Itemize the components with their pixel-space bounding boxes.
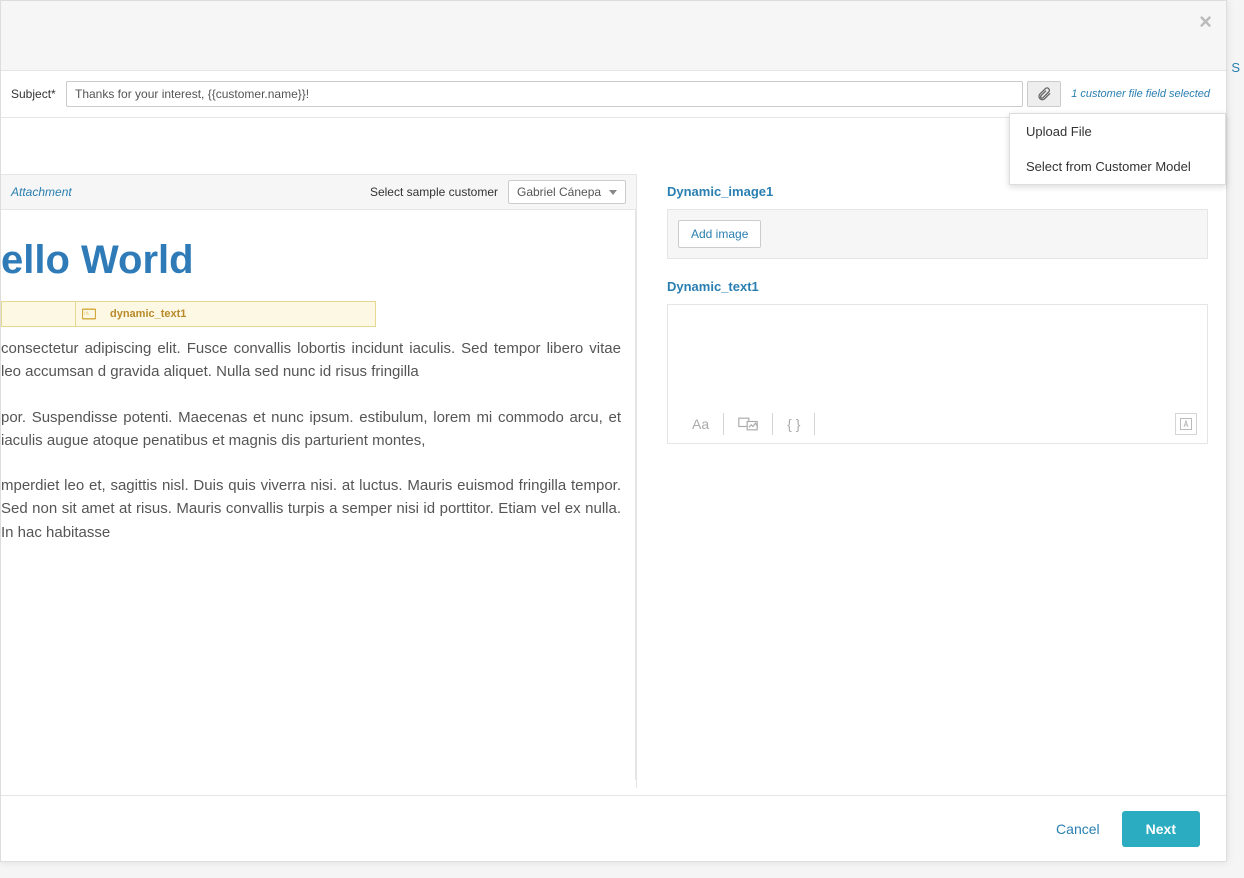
dynamic-content-pane: Dynamic_image1 Add image Dynamic_text1 A… bbox=[637, 118, 1226, 788]
placeholder-icon-cell bbox=[76, 302, 102, 326]
image-icon bbox=[738, 417, 758, 431]
preview-paragraph-1: consectetur adipiscing elit. Fusce conva… bbox=[1, 337, 635, 384]
subject-row: Subject* 1 customer file field selected bbox=[1, 71, 1226, 118]
dynamic-text-label: Dynamic_text1 bbox=[667, 279, 1208, 294]
next-button[interactable]: Next bbox=[1122, 811, 1200, 847]
dynamic-text-editor[interactable]: Aa { } bbox=[667, 304, 1208, 444]
sample-customer-select[interactable]: Gabriel Cánepa bbox=[508, 180, 626, 204]
text-aa-icon: Aa bbox=[692, 416, 709, 432]
variable-tool[interactable]: { } bbox=[773, 413, 815, 435]
text-block-icon bbox=[82, 308, 96, 320]
attachment-button[interactable] bbox=[1027, 81, 1061, 107]
sample-customer-value: Gabriel Cánepa bbox=[517, 185, 601, 199]
content-area: Attachment Select sample customer Gabrie… bbox=[1, 118, 1226, 788]
sample-customer-row: Select sample customer Gabriel Cánepa bbox=[370, 180, 626, 204]
preview-paragraph-2: por. Suspendisse potenti. Maecenas et nu… bbox=[1, 406, 635, 453]
paperclip-icon bbox=[1036, 86, 1052, 102]
preview-body: ello World dynamic_text1 consectetur adi… bbox=[1, 210, 636, 780]
braces-icon: { } bbox=[787, 416, 800, 432]
dynamic-image-box: Add image bbox=[667, 209, 1208, 259]
attachment-link[interactable]: Attachment bbox=[11, 185, 72, 199]
sample-customer-label: Select sample customer bbox=[370, 185, 498, 199]
format-icon bbox=[1180, 418, 1192, 430]
modal-header: × bbox=[1, 1, 1226, 71]
cancel-button[interactable]: Cancel bbox=[1056, 821, 1100, 837]
attachment-hint: 1 customer file field selected bbox=[1071, 88, 1210, 100]
placeholder-stripe bbox=[2, 302, 76, 326]
attachment-dropdown: Upload File Select from Customer Model bbox=[1009, 113, 1226, 185]
preview-pane: Attachment Select sample customer Gabrie… bbox=[1, 174, 637, 788]
format-tool[interactable] bbox=[1175, 413, 1197, 435]
preview-title: ello World bbox=[1, 238, 635, 283]
subject-label: Subject* bbox=[11, 87, 66, 101]
close-icon[interactable]: × bbox=[1199, 9, 1212, 35]
modal-footer: Cancel Next bbox=[1, 795, 1226, 861]
preview-toolbar: Attachment Select sample customer Gabrie… bbox=[1, 174, 636, 210]
sidebar-peek: S bbox=[1231, 60, 1240, 75]
email-composer-modal: × Subject* 1 customer file field selecte… bbox=[0, 0, 1227, 862]
dropdown-upload-file[interactable]: Upload File bbox=[1010, 114, 1225, 149]
dynamic-text-placeholder[interactable]: dynamic_text1 bbox=[1, 301, 376, 327]
dynamic-image-label: Dynamic_image1 bbox=[667, 184, 1208, 199]
dropdown-select-from-model[interactable]: Select from Customer Model bbox=[1010, 149, 1225, 184]
placeholder-label: dynamic_text1 bbox=[102, 302, 186, 326]
subject-input[interactable] bbox=[66, 81, 1023, 107]
editor-toolbar: Aa { } bbox=[678, 413, 1197, 435]
add-image-button[interactable]: Add image bbox=[678, 220, 761, 248]
text-style-tool[interactable]: Aa bbox=[678, 413, 724, 435]
preview-paragraph-3: mperdiet leo et, sagittis nisl. Duis qui… bbox=[1, 474, 635, 544]
image-tool[interactable] bbox=[724, 413, 773, 435]
